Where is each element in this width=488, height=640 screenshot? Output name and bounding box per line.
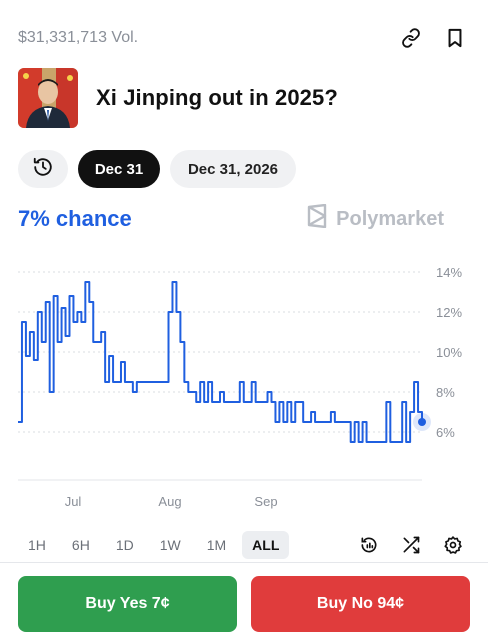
brand-name: Polymarket xyxy=(336,207,444,230)
date-option[interactable]: Dec 31, 2026 xyxy=(170,150,296,188)
buy-actions: Buy Yes 7¢ Buy No 94¢ xyxy=(18,576,470,632)
range-tab-1w[interactable]: 1W xyxy=(150,531,191,559)
settings-gear-icon[interactable] xyxy=(442,534,464,556)
chart-y-ticks: 14% 12% 10% 8% 6% xyxy=(436,265,462,440)
history-button[interactable] xyxy=(18,150,68,188)
chart-history-icon[interactable] xyxy=(358,534,380,556)
market-header: Xi Jinping out in 2025? xyxy=(18,68,470,128)
volume-label: $31,331,713 Vol. xyxy=(18,29,139,46)
x-tick-label: Jul xyxy=(65,494,82,509)
y-tick-label: 10% xyxy=(436,345,462,360)
polymarket-logo-icon xyxy=(306,203,328,234)
y-tick-label: 14% xyxy=(436,265,462,280)
x-tick-label: Sep xyxy=(254,494,277,509)
buy-yes-button[interactable]: Buy Yes 7¢ xyxy=(18,576,237,632)
range-tab-6h[interactable]: 6H xyxy=(62,531,100,559)
chart-x-ticks: Jul Aug Sep xyxy=(65,494,278,509)
clock-history-icon xyxy=(32,156,54,182)
chart-series-line xyxy=(18,281,423,443)
top-actions xyxy=(400,27,466,49)
chart-grid xyxy=(18,271,422,481)
chance-label: 7% chance xyxy=(18,206,132,231)
chart-tools xyxy=(358,534,464,556)
volume-row: $31,331,713 Vol. xyxy=(18,26,466,50)
y-tick-label: 12% xyxy=(436,305,462,320)
range-tab-1d[interactable]: 1D xyxy=(106,531,144,559)
footer-divider xyxy=(0,562,488,563)
buy-no-button[interactable]: Buy No 94¢ xyxy=(251,576,470,632)
link-icon[interactable] xyxy=(400,27,422,49)
y-tick-label: 6% xyxy=(436,425,455,440)
current-point xyxy=(418,418,426,426)
range-tab-1m[interactable]: 1M xyxy=(197,531,236,559)
price-chart[interactable]: 14% 12% 10% 8% 6% Jul Aug Sep xyxy=(0,256,488,516)
range-tab-1h[interactable]: 1H xyxy=(18,531,56,559)
shuffle-icon[interactable] xyxy=(400,534,422,556)
market-avatar xyxy=(18,68,78,128)
y-tick-label: 8% xyxy=(436,385,455,400)
market-title: Xi Jinping out in 2025? xyxy=(96,85,338,110)
x-tick-label: Aug xyxy=(158,494,181,509)
bookmark-icon[interactable] xyxy=(444,27,466,49)
time-range-tabs: 1H 6H 1D 1W 1M ALL xyxy=(18,531,290,559)
brand-watermark: Polymarket xyxy=(306,203,444,234)
date-selector: Dec 31 Dec 31, 2026 xyxy=(18,150,296,188)
date-option-active[interactable]: Dec 31 xyxy=(78,150,160,188)
chance-row: 7% chance Polymarket xyxy=(18,202,444,236)
range-row: 1H 6H 1D 1W 1M ALL xyxy=(18,528,464,562)
range-tab-all[interactable]: ALL xyxy=(242,531,290,559)
